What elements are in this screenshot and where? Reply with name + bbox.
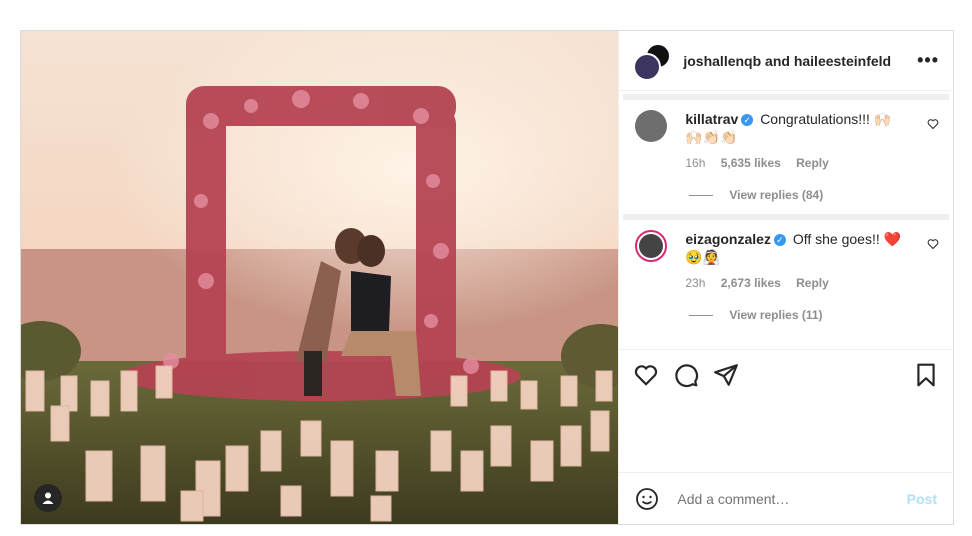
more-options-button[interactable]: ••• bbox=[917, 50, 939, 71]
post-card: joshallenqb and haileesteinfeld ••• kill… bbox=[20, 30, 954, 525]
add-comment-bar: Post bbox=[619, 472, 953, 524]
post-image[interactable] bbox=[21, 31, 619, 524]
comment-text: killatrav ✓ Congratulations!!! 🙌🏻🙌🏻👏🏻👏🏻 bbox=[685, 110, 905, 146]
comment-time: 23h bbox=[685, 276, 706, 290]
comment-meta: 23h 2,673 likes Reply bbox=[685, 276, 905, 290]
share-icon[interactable] bbox=[713, 362, 739, 388]
comment-input[interactable] bbox=[675, 489, 907, 508]
author-username[interactable]: joshallenqb bbox=[683, 53, 761, 69]
view-replies-button[interactable]: View replies (84) bbox=[689, 188, 953, 202]
author-username[interactable]: haileesteinfeld bbox=[794, 53, 891, 69]
comment-text: eizagonzalez ✓ Off she goes!! ❤️🥹👰 bbox=[685, 230, 905, 266]
user-tag-button[interactable] bbox=[34, 484, 62, 512]
view-replies-button[interactable]: View replies (11) bbox=[689, 308, 953, 322]
comment-username[interactable]: killatrav bbox=[685, 111, 738, 127]
post-header: joshallenqb and haileesteinfeld ••• bbox=[619, 31, 953, 91]
reply-button[interactable]: Reply bbox=[796, 276, 829, 290]
avatar[interactable] bbox=[635, 230, 668, 262]
like-comment-heart-icon[interactable] bbox=[927, 118, 939, 130]
like-comment-heart-icon[interactable] bbox=[927, 238, 939, 250]
verified-badge-icon: ✓ bbox=[741, 114, 754, 126]
verified-badge-icon: ✓ bbox=[773, 234, 786, 246]
reply-button[interactable]: Reply bbox=[796, 156, 829, 170]
post-comment-button[interactable]: Post bbox=[907, 491, 937, 507]
post-sidebar: joshallenqb and haileesteinfeld ••• kill… bbox=[618, 31, 953, 524]
comment-username[interactable]: eizagonzalez bbox=[685, 231, 771, 247]
comment-meta: 16h 5,635 likes Reply bbox=[685, 156, 905, 170]
avatar bbox=[633, 52, 662, 81]
avatar[interactable] bbox=[635, 110, 668, 142]
comment-likes[interactable]: 5,635 likes bbox=[721, 156, 781, 170]
bookmark-icon[interactable] bbox=[913, 362, 939, 388]
heart-icon[interactable] bbox=[633, 362, 659, 388]
post-actions bbox=[619, 349, 953, 399]
comment: killatrav ✓ Congratulations!!! 🙌🏻🙌🏻👏🏻👏🏻 1… bbox=[619, 100, 953, 170]
comment-icon[interactable] bbox=[673, 362, 699, 388]
proposal-photo bbox=[21, 31, 619, 524]
comments-list[interactable]: killatrav ✓ Congratulations!!! 🙌🏻🙌🏻👏🏻👏🏻 1… bbox=[619, 91, 953, 349]
user-tag-icon bbox=[42, 492, 54, 504]
comment-likes[interactable]: 2,673 likes bbox=[721, 276, 781, 290]
author-conjunction: and bbox=[761, 52, 794, 69]
comment-time: 16h bbox=[685, 156, 706, 170]
emoji-icon[interactable] bbox=[635, 487, 659, 511]
post-authors: joshallenqb and haileesteinfeld bbox=[683, 53, 917, 69]
comment: eizagonzalez ✓ Off she goes!! ❤️🥹👰 23h 2,… bbox=[619, 220, 953, 290]
collab-avatars[interactable] bbox=[633, 42, 672, 81]
